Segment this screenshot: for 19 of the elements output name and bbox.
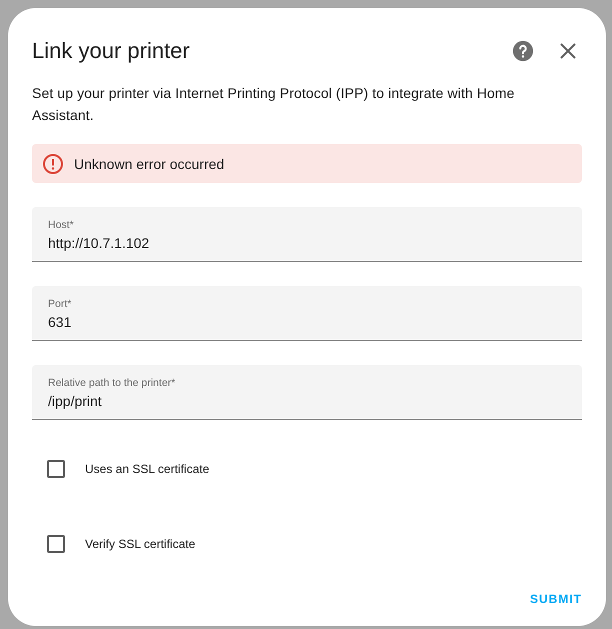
field-value: /ipp/print xyxy=(48,393,102,409)
text-field[interactable]: Relative path to the printer* /ipp/print xyxy=(32,365,582,420)
text-field[interactable]: Host* http://10.7.1.102 xyxy=(32,207,582,262)
dialog-title: Link your printer xyxy=(32,38,191,64)
dialog-description: Set up your printer via Internet Printing Protocol (IPP) to integrate with Home Assistant. xyxy=(32,84,516,125)
field-value: 631 xyxy=(48,314,72,330)
text-field[interactable]: Port* 631 xyxy=(32,286,582,341)
checkbox-label: Uses an SSL certificate xyxy=(85,462,210,476)
field-label: Relative path to the printer* xyxy=(48,377,176,389)
checkbox-label: Verify SSL certificate xyxy=(85,537,196,551)
checkbox[interactable] xyxy=(47,460,65,478)
field-label: Port* xyxy=(48,298,72,310)
field-value: http://10.7.1.102 xyxy=(48,235,150,251)
close-icon xyxy=(560,43,576,59)
error-message: Unknown error occurred xyxy=(74,156,224,172)
field-label: Host* xyxy=(48,219,75,231)
help-icon xyxy=(512,40,534,62)
error-icon xyxy=(42,152,64,174)
checkbox[interactable] xyxy=(47,535,65,553)
